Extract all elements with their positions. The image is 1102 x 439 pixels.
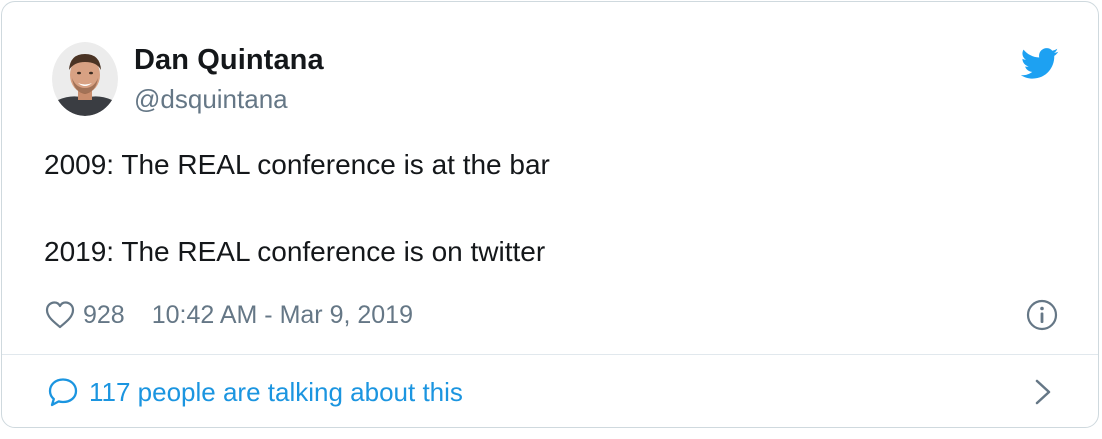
conversation-link[interactable]: 117 people are talking about this xyxy=(2,355,1098,427)
speech-bubble-icon xyxy=(48,378,78,407)
tweet-card[interactable]: Dan Quintana @dsquintana 2009: The REAL … xyxy=(1,1,1099,428)
tweet-text-line-2: 2019: The REAL conference is on twitter xyxy=(44,236,546,267)
user-handle[interactable]: @dsquintana xyxy=(134,84,288,115)
talking-count-label[interactable]: 117 people are talking about this xyxy=(89,377,463,408)
tweet-text-line-1: 2009: The REAL conference is at the bar xyxy=(44,149,550,180)
avatar[interactable] xyxy=(52,42,118,116)
twitter-bird-icon[interactable] xyxy=(1021,48,1059,80)
chevron-right-icon[interactable] xyxy=(1031,377,1055,407)
like-count[interactable]: 928 xyxy=(83,301,125,330)
tweet-timestamp[interactable]: 10:42 AM - Mar 9, 2019 xyxy=(152,301,413,330)
heart-icon[interactable] xyxy=(44,299,76,331)
tweet-meta: 928 10:42 AM - Mar 9, 2019 xyxy=(44,298,413,332)
display-name[interactable]: Dan Quintana xyxy=(134,44,324,77)
info-icon[interactable] xyxy=(1026,299,1058,331)
